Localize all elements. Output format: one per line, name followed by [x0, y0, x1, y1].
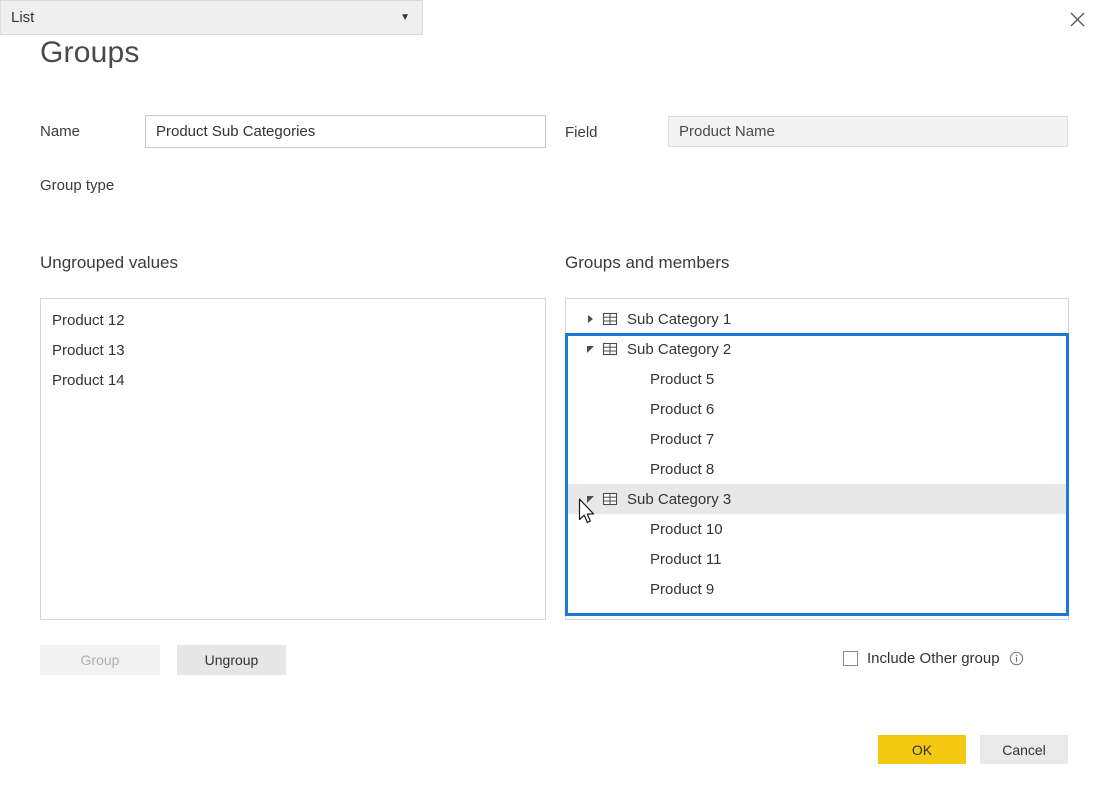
tree-group-row[interactable]: Sub Category 2	[566, 334, 1068, 364]
chevron-down-icon[interactable]	[579, 334, 601, 364]
tree-member-row[interactable]: Product 9	[566, 574, 1068, 604]
tree-member-row[interactable]: Product 6	[566, 394, 1068, 424]
list-item[interactable]: Product 14	[41, 366, 545, 396]
ok-button[interactable]: OK	[878, 735, 966, 764]
ungrouped-values-heading: Ungrouped values	[40, 253, 178, 272]
ungroup-button[interactable]: Ungroup	[177, 645, 286, 675]
ungrouped-values-list[interactable]: Product 12 Product 13 Product 14	[40, 298, 546, 620]
tree-member-label: Product 9	[650, 580, 715, 598]
tree-member-label: Product 5	[650, 370, 715, 388]
groups-and-members-tree[interactable]: Sub Category 1 Sub Category 2 Product 5 Pro…	[565, 298, 1069, 620]
tree-group-row[interactable]: Sub Category 3	[566, 484, 1068, 514]
tree-member-row[interactable]: Product 11	[566, 544, 1068, 574]
include-other-group-label: Include Other group	[867, 650, 1000, 667]
page-title: Groups	[40, 36, 140, 69]
group-type-value: List	[11, 9, 35, 26]
cancel-button[interactable]: Cancel	[980, 735, 1068, 764]
tree-member-label: Product 6	[650, 400, 715, 418]
tree-member-label: Product 10	[650, 520, 723, 538]
include-other-group-checkbox[interactable]: Include Other group	[843, 650, 1024, 667]
tree-member-row[interactable]: Product 7	[566, 424, 1068, 454]
tree-group-label: Sub Category 2	[627, 340, 732, 358]
field-label: Field	[565, 124, 598, 141]
name-input[interactable]	[145, 115, 546, 148]
chevron-down-icon: ▼	[400, 11, 410, 23]
group-type-select[interactable]: List ▼	[0, 0, 423, 35]
tree-member-row[interactable]: Product 10	[566, 514, 1068, 544]
chevron-down-icon[interactable]	[579, 484, 601, 514]
tree-member-label: Product 11	[650, 550, 722, 568]
tree-group-label: Sub Category 3	[627, 490, 732, 508]
tree-member-row[interactable]: Product 5	[566, 364, 1068, 394]
tree-member-row[interactable]: Product 8	[566, 454, 1068, 484]
groups-dialog: Groups Name Field Product Name Group typ…	[0, 0, 1104, 796]
tree-member-label: Product 7	[650, 430, 715, 448]
tree-group-label: Sub Category 1	[627, 310, 732, 328]
group-type-label: Group type	[40, 177, 115, 194]
field-value: Product Name	[668, 116, 1068, 147]
groups-and-members-heading: Groups and members	[565, 253, 730, 272]
info-circle-icon[interactable]	[1009, 651, 1024, 666]
group-button[interactable]: Group	[40, 645, 160, 675]
list-item[interactable]: Product 12	[41, 306, 545, 336]
group-table-icon	[601, 311, 618, 328]
group-table-icon	[601, 491, 618, 508]
close-icon[interactable]	[1058, 2, 1096, 36]
tree-group-row[interactable]: Sub Category 1	[566, 304, 1068, 334]
group-table-icon	[601, 341, 618, 358]
name-label: Name	[40, 123, 81, 140]
chevron-right-icon[interactable]	[579, 304, 601, 334]
list-item[interactable]: Product 13	[41, 336, 545, 366]
checkbox-box[interactable]	[843, 651, 858, 666]
tree-member-label: Product 8	[650, 460, 715, 478]
